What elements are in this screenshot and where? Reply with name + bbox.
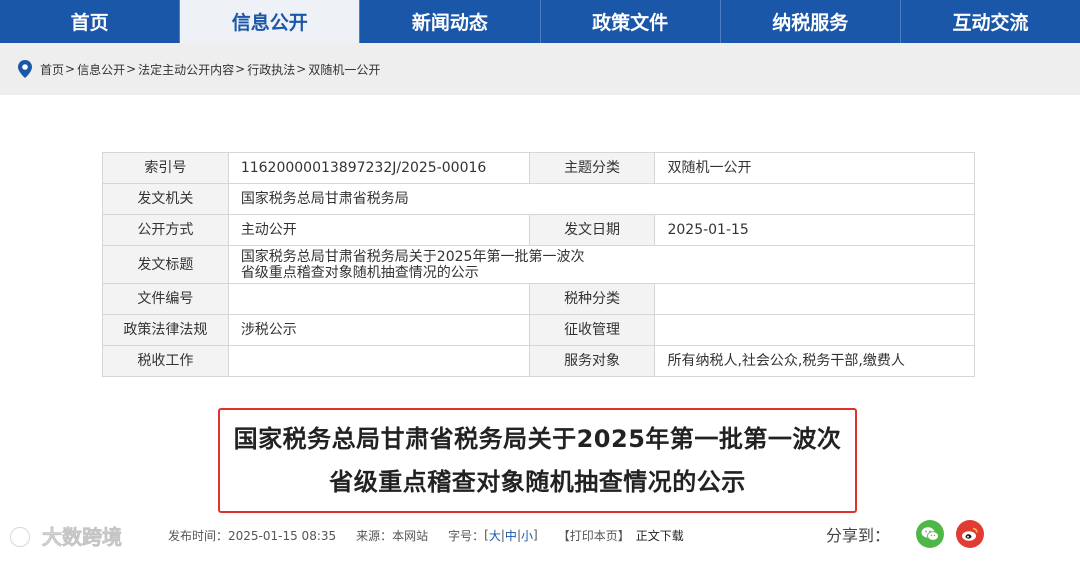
table-row: 税收工作 服务对象 所有纳税人,社会公众,税务干部,缴费人: [102, 345, 975, 377]
font-size-small-button[interactable]: 小: [521, 527, 533, 544]
breadcrumb-administrative-enforcement[interactable]: 行政执法: [247, 61, 295, 78]
article-title-line1: 国家税务总局甘肃省税务局关于2025年第一批第一波次: [233, 424, 842, 453]
nav-item-news[interactable]: 新闻动态: [360, 0, 541, 43]
taxwork-value: [227, 345, 530, 377]
location-pin-icon: [18, 60, 32, 78]
audience-label: 服务对象: [528, 345, 656, 377]
table-row: 发文机关 国家税务总局甘肃省税务局: [102, 183, 976, 215]
nav-item-policy[interactable]: 政策文件: [541, 0, 721, 43]
policy-label: 政策法律法规: [102, 314, 229, 346]
audience-value: 所有纳税人,社会公众,税务干部,缴费人: [654, 345, 975, 377]
weibo-icon: [962, 527, 978, 541]
top-nav: 首页 信息公开 新闻动态 政策文件 纳税服务 互动交流: [0, 0, 1080, 43]
taxtype-value: [654, 283, 975, 315]
index-value: 11620000013897232J/2025-00016: [227, 152, 530, 184]
breadcrumb-double-random[interactable]: 双随机一公开: [308, 61, 380, 78]
print-button[interactable]: 【打印本页】: [558, 527, 630, 544]
taxwork-label: 税收工作: [102, 345, 229, 377]
table-row: 政策法律法规 涉税公示 征收管理: [102, 314, 975, 346]
title-label: 发文标题: [102, 245, 229, 284]
title-value-line1: 国家税务总局甘肃省税务局关于2025年第一批第一波次: [240, 248, 585, 265]
breadcrumb-home[interactable]: 首页: [40, 61, 64, 78]
nav-item-interaction[interactable]: 互动交流: [901, 0, 1080, 43]
font-size-large-button[interactable]: 大: [489, 527, 501, 544]
article-info-bar: 发布时间：2025-01-15 08:35 来源：本网站 字号： [ 大 | 中…: [168, 526, 684, 544]
font-size-medium-button[interactable]: 中: [505, 527, 517, 544]
taxtype-label: 税种分类: [528, 283, 656, 315]
source: 来源：本网站: [356, 528, 429, 543]
share-bar: 分享到：: [826, 520, 996, 548]
breadcrumb-separator: >: [296, 62, 307, 76]
breadcrumb-statutory-content[interactable]: 法定主动公开内容: [138, 61, 234, 78]
breadcrumb: 首页 > 信息公开 > 法定主动公开内容 > 行政执法 > 双随机一公开: [18, 60, 380, 78]
policy-value: 涉税公示: [227, 314, 530, 346]
font-size-label: 字号：: [448, 528, 485, 543]
title-value: 国家税务总局甘肃省税务局关于2025年第一批第一波次 省级重点稽查对象随机抽查情…: [227, 245, 976, 284]
breadcrumb-separator: >: [126, 62, 137, 76]
article-title-box: 国家税务总局甘肃省税务局关于2025年第一批第一波次 省级重点稽查对象随机抽查情…: [218, 408, 857, 513]
title-value-line2: 省级重点稽查对象随机抽查情况的公示: [240, 264, 479, 281]
document-meta-table: 索引号 11620000013897232J/2025-00016 主题分类 双…: [102, 152, 976, 377]
publish-time: 发布时间：2025-01-15 08:35: [168, 528, 337, 543]
table-row: 索引号 11620000013897232J/2025-00016 主题分类 双…: [102, 152, 975, 184]
font-size-bracket: ]: [533, 528, 538, 542]
watermark-logo-icon: 大数跨境: [10, 525, 122, 549]
method-label: 公开方式: [102, 214, 229, 246]
share-label: 分享到：: [826, 526, 891, 545]
collection-label: 征收管理: [528, 314, 656, 346]
table-row: 文件编号 税种分类: [102, 283, 975, 315]
method-value: 主动公开: [227, 214, 530, 246]
date-value: 2025-01-15: [654, 214, 975, 246]
topic-value: 双随机一公开: [654, 152, 975, 184]
breadcrumb-info-disclosure[interactable]: 信息公开: [77, 61, 125, 78]
table-row: 发文标题 国家税务总局甘肃省税务局关于2025年第一批第一波次 省级重点稽查对象…: [102, 245, 976, 284]
breadcrumb-separator: >: [235, 62, 246, 76]
nav-item-home[interactable]: 首页: [0, 0, 181, 43]
collection-value: [654, 314, 975, 346]
weibo-share-button[interactable]: [956, 520, 985, 548]
nav-item-info-disclosure[interactable]: 信息公开: [180, 0, 361, 43]
issuer-value: 国家税务总局甘肃省税务局: [227, 183, 976, 215]
wechat-share-button[interactable]: [916, 520, 945, 548]
nav-item-tax-service[interactable]: 纳税服务: [721, 0, 901, 43]
issuer-label: 发文机关: [102, 183, 229, 215]
breadcrumb-separator: >: [65, 62, 76, 76]
wechat-icon: [921, 527, 939, 541]
watermark-logo: 大数跨境: [8, 522, 140, 552]
table-row: 公开方式 主动公开 发文日期 2025-01-15: [102, 214, 975, 246]
date-label: 发文日期: [528, 214, 656, 246]
svg-text:大数跨境: 大数跨境: [42, 525, 122, 549]
index-label: 索引号: [102, 152, 229, 184]
topic-label: 主题分类: [528, 152, 656, 184]
docno-value: [227, 283, 530, 315]
docno-label: 文件编号: [102, 283, 229, 315]
article-title-line2: 省级重点稽查对象随机抽查情况的公示: [329, 467, 746, 496]
download-button[interactable]: 正文下载: [636, 527, 684, 544]
